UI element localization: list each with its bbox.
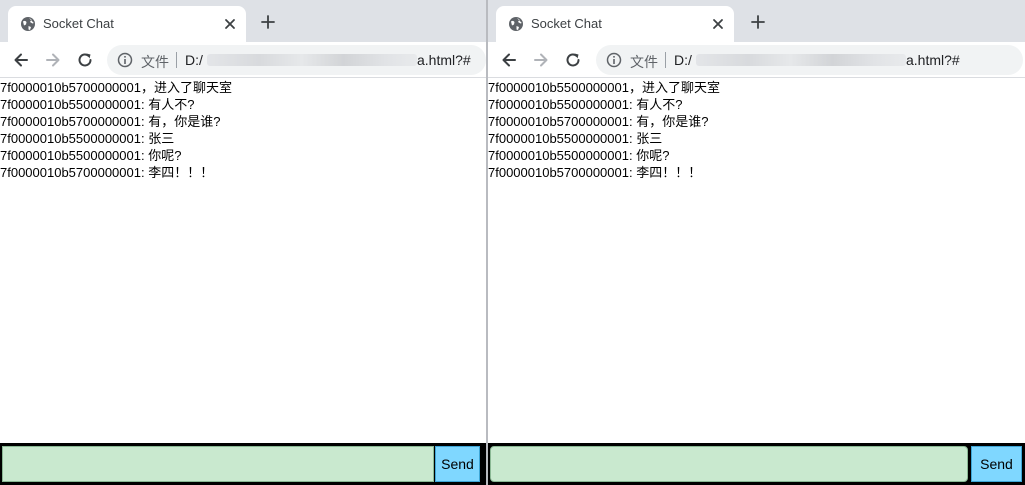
message-item: 7f0000010b5500000001: 有人不? xyxy=(488,97,683,112)
info-icon[interactable] xyxy=(117,52,133,68)
tab-strip: Socket Chat xyxy=(0,0,486,42)
browser-toolbar: 文件 D:/ a.html?# xyxy=(0,42,486,78)
tab-strip: Socket Chat xyxy=(488,0,1025,42)
message-list: 7f0000010b5500000001，进入了聊天室 7f0000010b55… xyxy=(488,79,1025,181)
message-item: 7f0000010b5700000001，进入了聊天室 xyxy=(0,80,232,95)
message-item: 7f0000010b5700000001: 李四！！！ xyxy=(0,165,214,180)
arrow-right-icon[interactable] xyxy=(531,50,551,70)
address-bar[interactable]: 文件 D:/ a.html?# xyxy=(596,45,1023,75)
message-item: 7f0000010b5500000001: 你呢? xyxy=(0,148,182,163)
message-composer: Send xyxy=(488,443,1025,485)
arrow-left-icon[interactable] xyxy=(499,50,519,70)
url-redacted xyxy=(207,54,417,66)
tab-title: Socket Chat xyxy=(43,16,114,31)
browser-window-right: Socket Chat 文件 D:/ a.html?# 7f0000010b55… xyxy=(488,0,1025,485)
plus-icon[interactable] xyxy=(260,14,276,30)
message-item: 7f0000010b5700000001: 李四！！！ xyxy=(488,165,702,180)
message-item: 7f0000010b5500000001: 你呢? xyxy=(488,148,670,163)
send-button[interactable]: Send xyxy=(971,446,1022,482)
message-list: 7f0000010b5700000001，进入了聊天室 7f0000010b55… xyxy=(0,79,486,181)
tab-socket-chat[interactable]: Socket Chat xyxy=(8,6,246,42)
url-end: a.html?# xyxy=(417,52,471,68)
url-start: D:/ xyxy=(674,52,692,68)
arrow-right-icon[interactable] xyxy=(43,50,63,70)
page-content: 7f0000010b5700000001，进入了聊天室 7f0000010b55… xyxy=(0,79,486,485)
message-input[interactable] xyxy=(2,446,434,482)
arrow-left-icon[interactable] xyxy=(11,50,31,70)
send-button[interactable]: Send xyxy=(435,446,480,482)
message-input[interactable] xyxy=(490,446,968,482)
scheme-label: 文件 xyxy=(630,54,658,70)
reload-icon[interactable] xyxy=(563,50,583,70)
message-item: 7f0000010b5700000001: 有，你是谁? xyxy=(0,114,221,129)
message-composer: Send xyxy=(0,443,486,485)
url-end: a.html?# xyxy=(906,52,960,68)
tab-title: Socket Chat xyxy=(531,16,602,31)
message-item: 7f0000010b5700000001: 有，你是谁? xyxy=(488,114,709,129)
browser-toolbar: 文件 D:/ a.html?# xyxy=(488,42,1025,78)
reload-icon[interactable] xyxy=(75,50,95,70)
omnibox-divider xyxy=(665,52,666,68)
message-item: 7f0000010b5500000001: 张三 xyxy=(0,131,175,146)
omnibox-divider xyxy=(176,52,177,68)
tab-socket-chat[interactable]: Socket Chat xyxy=(496,6,734,42)
globe-icon xyxy=(508,16,524,32)
scheme-label: 文件 xyxy=(141,54,169,70)
plus-icon[interactable] xyxy=(750,14,766,30)
browser-window-left: Socket Chat 文件 D:/ a.html?# 7f0000010b57… xyxy=(0,0,486,485)
message-item: 7f0000010b5500000001: 有人不? xyxy=(0,97,195,112)
close-icon[interactable] xyxy=(710,16,726,32)
url-start: D:/ xyxy=(185,52,203,68)
close-icon[interactable] xyxy=(222,16,238,32)
address-bar[interactable]: 文件 D:/ a.html?# xyxy=(107,45,486,75)
page-content: 7f0000010b5500000001，进入了聊天室 7f0000010b55… xyxy=(488,79,1025,485)
info-icon[interactable] xyxy=(606,52,622,68)
message-item: 7f0000010b5500000001，进入了聊天室 xyxy=(488,80,720,95)
url-redacted xyxy=(696,54,906,66)
globe-icon xyxy=(20,16,36,32)
message-item: 7f0000010b5500000001: 张三 xyxy=(488,131,663,146)
